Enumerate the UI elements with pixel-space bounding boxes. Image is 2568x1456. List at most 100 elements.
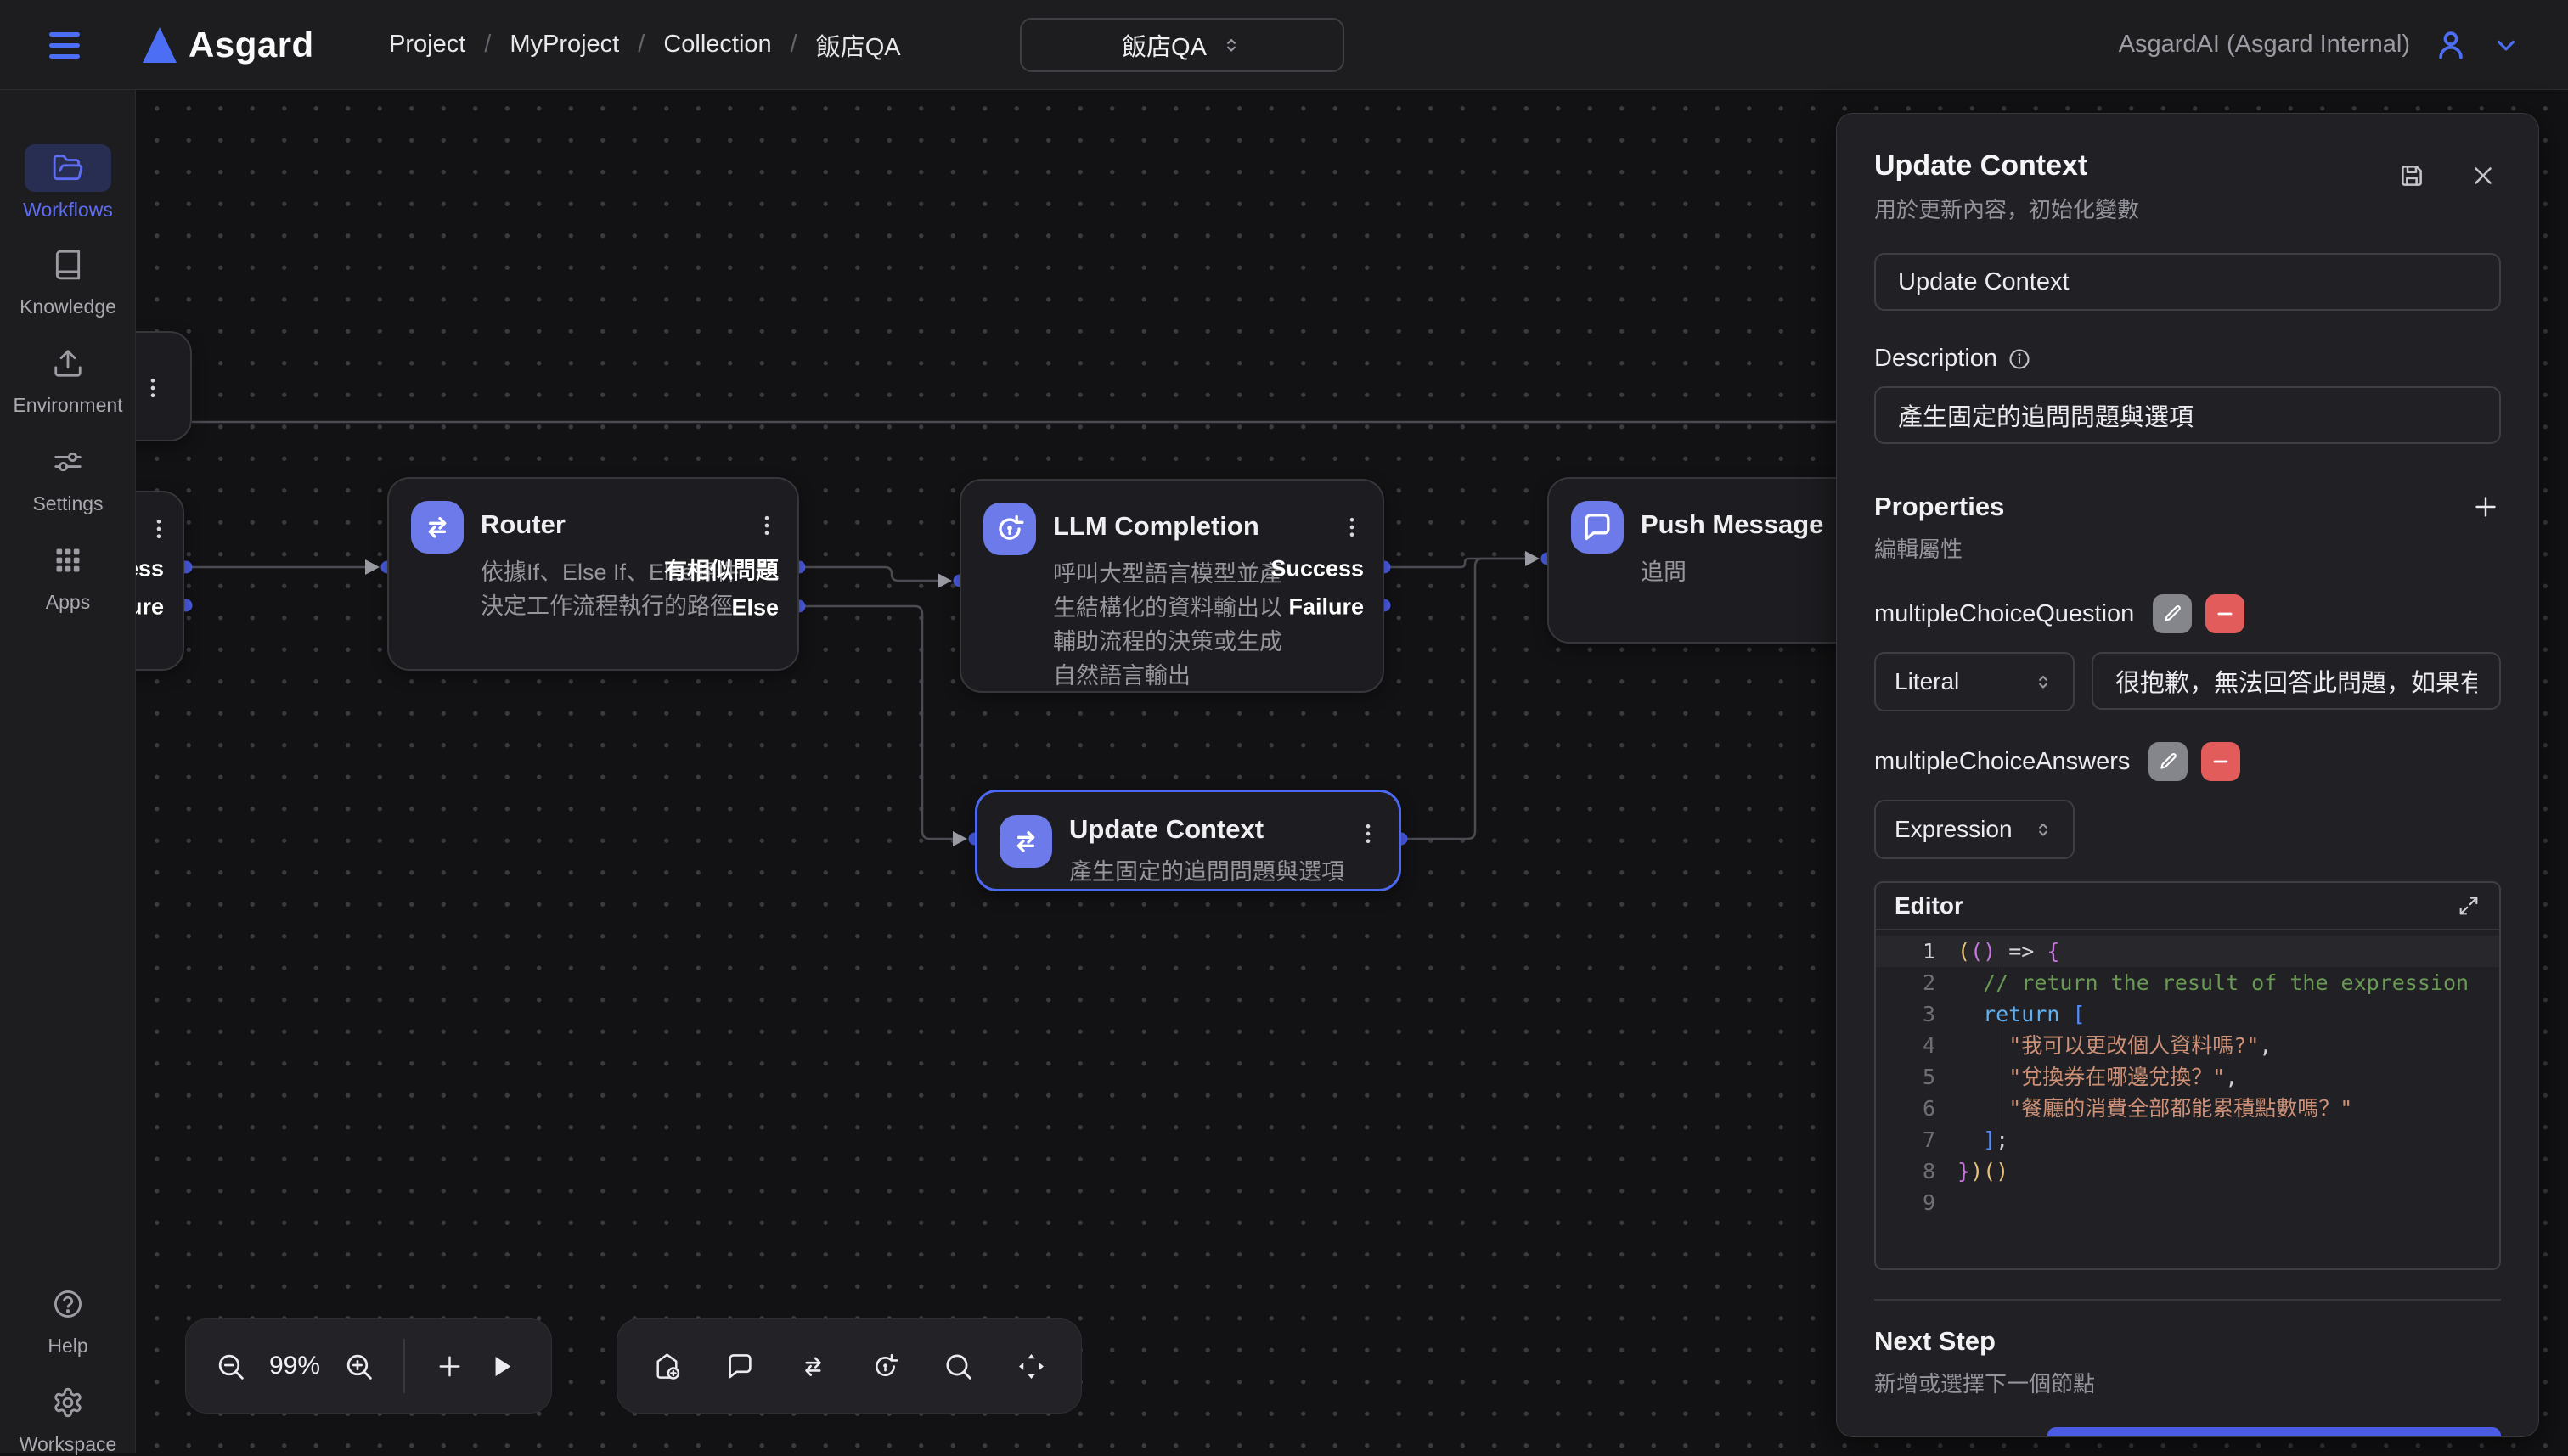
search-icon[interactable] bbox=[943, 1351, 974, 1382]
node-update-context[interactable]: Update Context產生固定的追問問題與選項 bbox=[975, 790, 1401, 891]
run-workflow-icon[interactable] bbox=[486, 1351, 517, 1382]
node-menu-icon[interactable] bbox=[755, 506, 779, 545]
property-type-select[interactable]: Literal bbox=[1874, 652, 2075, 711]
breadcrumb-workflow[interactable]: 飯店QA bbox=[816, 27, 901, 63]
edit-property-button[interactable] bbox=[2153, 594, 2192, 633]
sidebar-item-settings[interactable]: Settings bbox=[0, 438, 136, 515]
brand-name: Asgard bbox=[189, 25, 314, 65]
sidebar-item-environment[interactable]: Environment bbox=[0, 340, 136, 417]
node-menu-icon[interactable] bbox=[147, 509, 171, 548]
properties-heading: Properties bbox=[1874, 492, 2004, 522]
node-name-input[interactable] bbox=[1874, 253, 2501, 311]
toolbar-divider bbox=[403, 1339, 405, 1393]
sidebar-item-apps[interactable]: Apps bbox=[0, 537, 136, 614]
node-title: LLM Completion bbox=[1053, 511, 1259, 542]
llm-icon bbox=[983, 503, 1036, 555]
output-handle-label: 有相似問題 bbox=[664, 553, 779, 586]
sidebar-item-help[interactable]: Help bbox=[0, 1280, 136, 1358]
edit-property-button[interactable] bbox=[2148, 742, 2188, 781]
code-line: 7 ]; bbox=[1876, 1124, 2499, 1155]
breadcrumb-separator: / bbox=[638, 31, 645, 59]
account-name: AsgardAI (Asgard Internal) bbox=[2119, 31, 2410, 59]
breadcrumb-myproject[interactable]: MyProject bbox=[510, 31, 619, 59]
tools-toolbar bbox=[617, 1318, 1082, 1414]
save-icon[interactable] bbox=[2397, 161, 2426, 190]
description-label: Description bbox=[1874, 345, 1997, 373]
top-navbar: Asgard Project / MyProject / Collection … bbox=[0, 0, 2568, 90]
breadcrumb: Project / MyProject / Collection / 飯店QA bbox=[389, 27, 901, 63]
output-handle-label: Success bbox=[136, 556, 164, 582]
node-menu-icon[interactable] bbox=[1340, 508, 1364, 547]
output-handle-label: Failure bbox=[136, 594, 164, 621]
asgard-logo-icon bbox=[143, 27, 177, 63]
breadcrumb-project[interactable]: Project bbox=[389, 31, 465, 59]
property-name: multipleChoiceQuestion bbox=[1874, 600, 2134, 628]
breadcrumb-separator: / bbox=[484, 31, 491, 59]
node-add-icon[interactable] bbox=[651, 1351, 683, 1382]
zoom-level: 99% bbox=[267, 1352, 323, 1380]
code-line: 1(() => { bbox=[1876, 936, 2499, 967]
zoom-in-icon[interactable] bbox=[343, 1351, 374, 1382]
close-icon[interactable] bbox=[2469, 161, 2498, 190]
panel-subtitle: 用於更新內容，初始化變數 bbox=[1874, 193, 2139, 224]
comment-icon[interactable] bbox=[724, 1351, 756, 1382]
add-icon[interactable] bbox=[434, 1351, 465, 1382]
info-icon[interactable] bbox=[2008, 347, 2031, 371]
node-menu-icon[interactable] bbox=[141, 368, 165, 408]
next-step-node-button[interactable]: Push Message bbox=[2047, 1427, 2501, 1437]
property-value-input[interactable] bbox=[2092, 652, 2501, 710]
user-icon[interactable] bbox=[2432, 26, 2469, 64]
sidebar-item-label: Knowledge bbox=[20, 295, 116, 318]
node-llm-completion[interactable]: LLM Completion呼叫大型語言模型並產生結構化的資料輸出以輔助流程的決… bbox=[960, 479, 1384, 693]
panel-title: Update Context bbox=[1874, 149, 2139, 183]
code-line: 9 bbox=[1876, 1187, 2499, 1218]
edge-arrowhead bbox=[1525, 551, 1540, 566]
sidebar-item-label: Help bbox=[48, 1335, 87, 1358]
sidebar-item-knowledge[interactable]: Knowledge bbox=[0, 241, 136, 318]
node-inspector-panel: Update Context 用於更新內容，初始化變數 Description … bbox=[1836, 113, 2539, 1437]
sidebar-item-workflows[interactable]: Workflows bbox=[0, 144, 136, 222]
remove-property-button[interactable] bbox=[2205, 594, 2244, 633]
sidebar-item-label: Environment bbox=[13, 394, 122, 417]
swap-o-icon[interactable] bbox=[797, 1351, 829, 1382]
move-icon[interactable] bbox=[1016, 1351, 1047, 1382]
description-input[interactable] bbox=[1874, 386, 2501, 444]
grid-icon bbox=[52, 544, 84, 576]
zoom-out-icon[interactable] bbox=[215, 1351, 246, 1382]
node-router[interactable]: Router依據If、Else If、Else條件決定工作流程執行的路徑有相似問… bbox=[387, 477, 799, 671]
remove-property-button[interactable] bbox=[2201, 742, 2240, 781]
sidebar-item-workspace[interactable]: Workspace bbox=[0, 1379, 136, 1456]
folder-icon bbox=[52, 152, 84, 184]
node-partial-top[interactable] bbox=[136, 331, 192, 441]
property-type-select[interactable]: Expression bbox=[1874, 800, 2075, 859]
node-title: Router bbox=[481, 509, 566, 540]
edge bbox=[1401, 559, 1536, 839]
edge-arrowhead bbox=[953, 831, 967, 846]
sidebar-item-label: Workflows bbox=[23, 199, 113, 222]
code-area[interactable]: 1(() => {2 // return the result of the e… bbox=[1876, 930, 2499, 1218]
menu-icon[interactable] bbox=[49, 28, 80, 62]
expression-editor[interactable]: Editor 1(() => {2 // return the result o… bbox=[1874, 881, 2501, 1270]
edge-arrowhead bbox=[938, 573, 952, 588]
select-chevrons-icon bbox=[2032, 671, 2054, 693]
workflow-select[interactable]: 飯店QA bbox=[1020, 18, 1344, 72]
breadcrumb-collection[interactable]: Collection bbox=[663, 31, 771, 59]
upload-icon bbox=[52, 347, 84, 379]
chat-icon bbox=[1571, 501, 1624, 554]
llm-o-icon[interactable] bbox=[870, 1351, 901, 1382]
swap-icon bbox=[1000, 815, 1052, 868]
add-property-icon[interactable] bbox=[2470, 492, 2501, 522]
node-menu-icon[interactable] bbox=[1356, 814, 1380, 853]
chevron-down-icon[interactable] bbox=[2492, 31, 2520, 59]
book-icon bbox=[52, 249, 84, 281]
next-step-subheading: 新增或選擇下一個節點 bbox=[1874, 1367, 2501, 1398]
next-step-heading: Next Step bbox=[1874, 1326, 2501, 1357]
select-chevrons-icon bbox=[2032, 818, 2054, 840]
expand-editor-icon[interactable] bbox=[2457, 894, 2481, 918]
sliders-icon bbox=[52, 446, 84, 478]
node-partial-left[interactable]: Success Failure bbox=[136, 491, 184, 671]
code-line: 2 // return the result of the expression bbox=[1876, 967, 2499, 998]
minus-icon bbox=[2210, 750, 2232, 773]
minus-icon bbox=[2214, 603, 2236, 625]
sidebar-item-label: Settings bbox=[32, 492, 103, 515]
